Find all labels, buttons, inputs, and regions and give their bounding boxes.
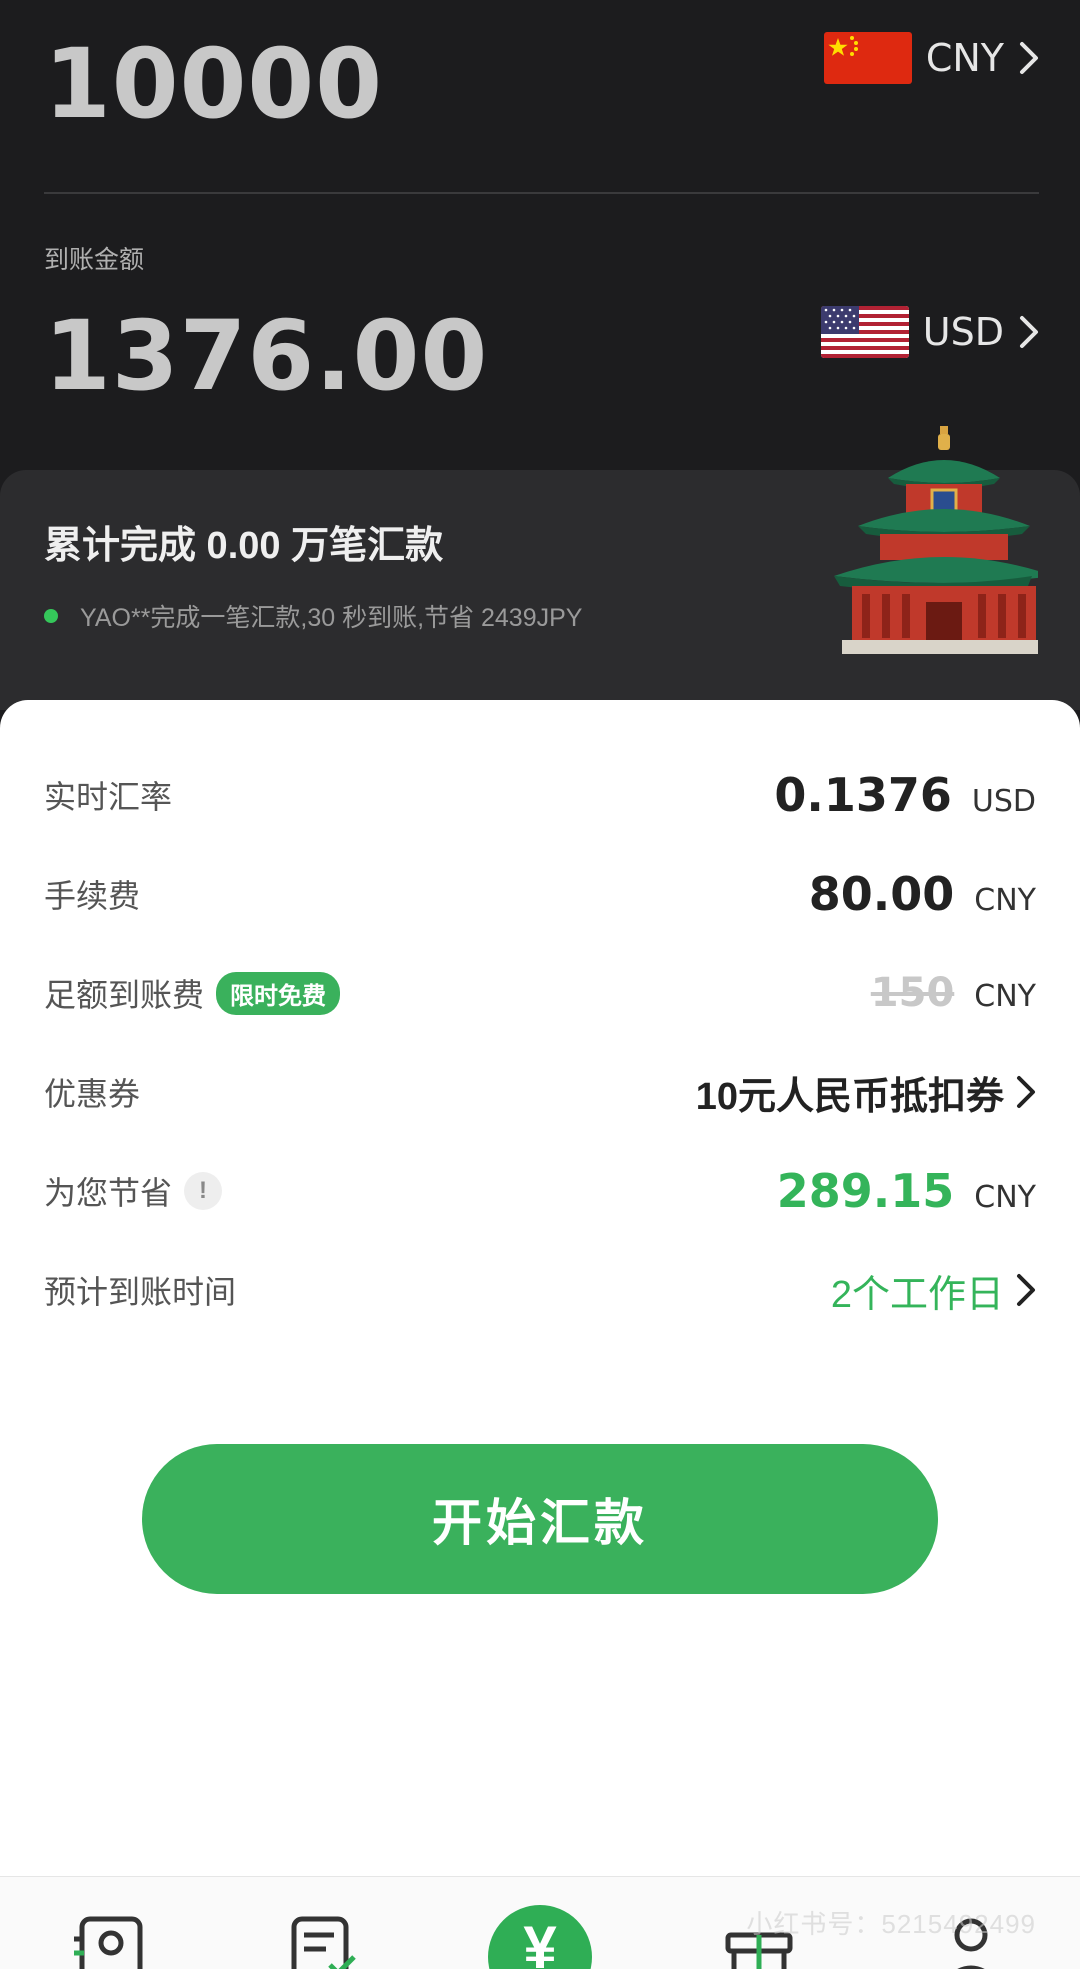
transfer-details-sheet: 实时汇率 0.1376 USD 手续费 80.00 CNY 足额到账费 限时免费… <box>0 700 1080 1880</box>
fee-unit: CNY <box>974 883 1036 918</box>
watermark: 小红书号：5215492499 <box>746 1909 1036 1939</box>
send-amount-input[interactable]: 10000 <box>44 28 383 140</box>
savings-label: 为您节省 <box>44 1175 173 1211</box>
tab-records[interactable] <box>286 1913 360 1969</box>
receive-currency-selector[interactable]: USD <box>820 306 1040 358</box>
usa-flag-icon <box>820 306 909 358</box>
fee-value: 80.00 <box>808 867 955 921</box>
contact-card-icon <box>74 1916 143 1969</box>
tab-transfer[interactable]: ¥ <box>488 1905 592 1969</box>
document-check-icon <box>291 1916 356 1969</box>
eta-row[interactable]: 预计到账时间 2个工作日 <box>44 1255 1036 1325</box>
coupon-row[interactable]: 优惠券 10元人民币抵扣券 <box>44 1057 1036 1127</box>
send-currency-code: CNY <box>925 36 1004 80</box>
amount-panel: 10000 CNY 到账金额 1376.00 USD <box>0 0 1080 480</box>
tab-contacts[interactable] <box>74 1913 148 1969</box>
eta-selector[interactable]: 2个工作日 <box>831 1263 1036 1318</box>
send-currency-selector[interactable]: CNY <box>823 32 1040 84</box>
coupon-selector[interactable]: 10元人民币抵扣券 <box>696 1065 1036 1120</box>
free-badge: 限时免费 <box>216 971 341 1015</box>
info-icon[interactable]: ! <box>184 1172 223 1210</box>
eta-label: 预计到账时间 <box>44 1274 237 1310</box>
rate-row: 实时汇率 0.1376 USD <box>44 760 1036 830</box>
stats-banner: 累计完成 0.00 万笔汇款 YAO**完成一笔汇款,30 秒到账,节省 243… <box>0 426 1080 710</box>
full-arrival-unit: CNY <box>974 979 1036 1014</box>
temple-of-heaven-icon <box>834 426 1038 654</box>
savings-unit: CNY <box>974 1180 1036 1215</box>
start-transfer-button[interactable]: 开始汇款 <box>142 1444 938 1594</box>
receive-label: 到账金额 <box>44 246 145 274</box>
receive-amount: 1376.00 <box>44 300 489 412</box>
full-arrival-original-value: 150 <box>870 970 955 1016</box>
rate-unit: USD <box>971 784 1036 819</box>
fee-label: 手续费 <box>44 878 141 914</box>
savings-row: 为您节省 ! 289.15 CNY <box>44 1156 1036 1226</box>
rate-label: 实时汇率 <box>44 779 173 815</box>
coupon-label: 优惠券 <box>44 1076 141 1112</box>
fee-row: 手续费 80.00 CNY <box>44 859 1036 929</box>
chevron-right-icon <box>1020 42 1038 74</box>
chevron-right-icon <box>1017 1076 1035 1108</box>
china-flag-icon <box>823 32 912 84</box>
yuan-icon: ¥ <box>523 1914 557 1969</box>
full-arrival-label: 足额到账费 <box>44 977 205 1013</box>
chevron-right-icon <box>1020 316 1038 348</box>
chevron-right-icon <box>1017 1274 1035 1306</box>
eta-value: 2个工作日 <box>830 1273 1004 1316</box>
savings-value: 289.15 <box>776 1164 955 1218</box>
divider <box>44 192 1039 194</box>
live-dot-icon <box>44 609 58 623</box>
ticker-text: YAO**完成一笔汇款,30 秒到账,节省 2439JPY <box>80 604 583 632</box>
full-arrival-row: 足额到账费 限时免费 150 CNY <box>44 958 1036 1028</box>
rate-value: 0.1376 <box>774 768 952 822</box>
receive-currency-code: USD <box>922 310 1004 354</box>
stats-title: 累计完成 0.00 万笔汇款 <box>44 525 444 567</box>
activity-ticker: YAO**完成一笔汇款,30 秒到账,节省 2439JPY <box>44 598 582 634</box>
coupon-value: 10元人民币抵扣券 <box>695 1075 1004 1118</box>
